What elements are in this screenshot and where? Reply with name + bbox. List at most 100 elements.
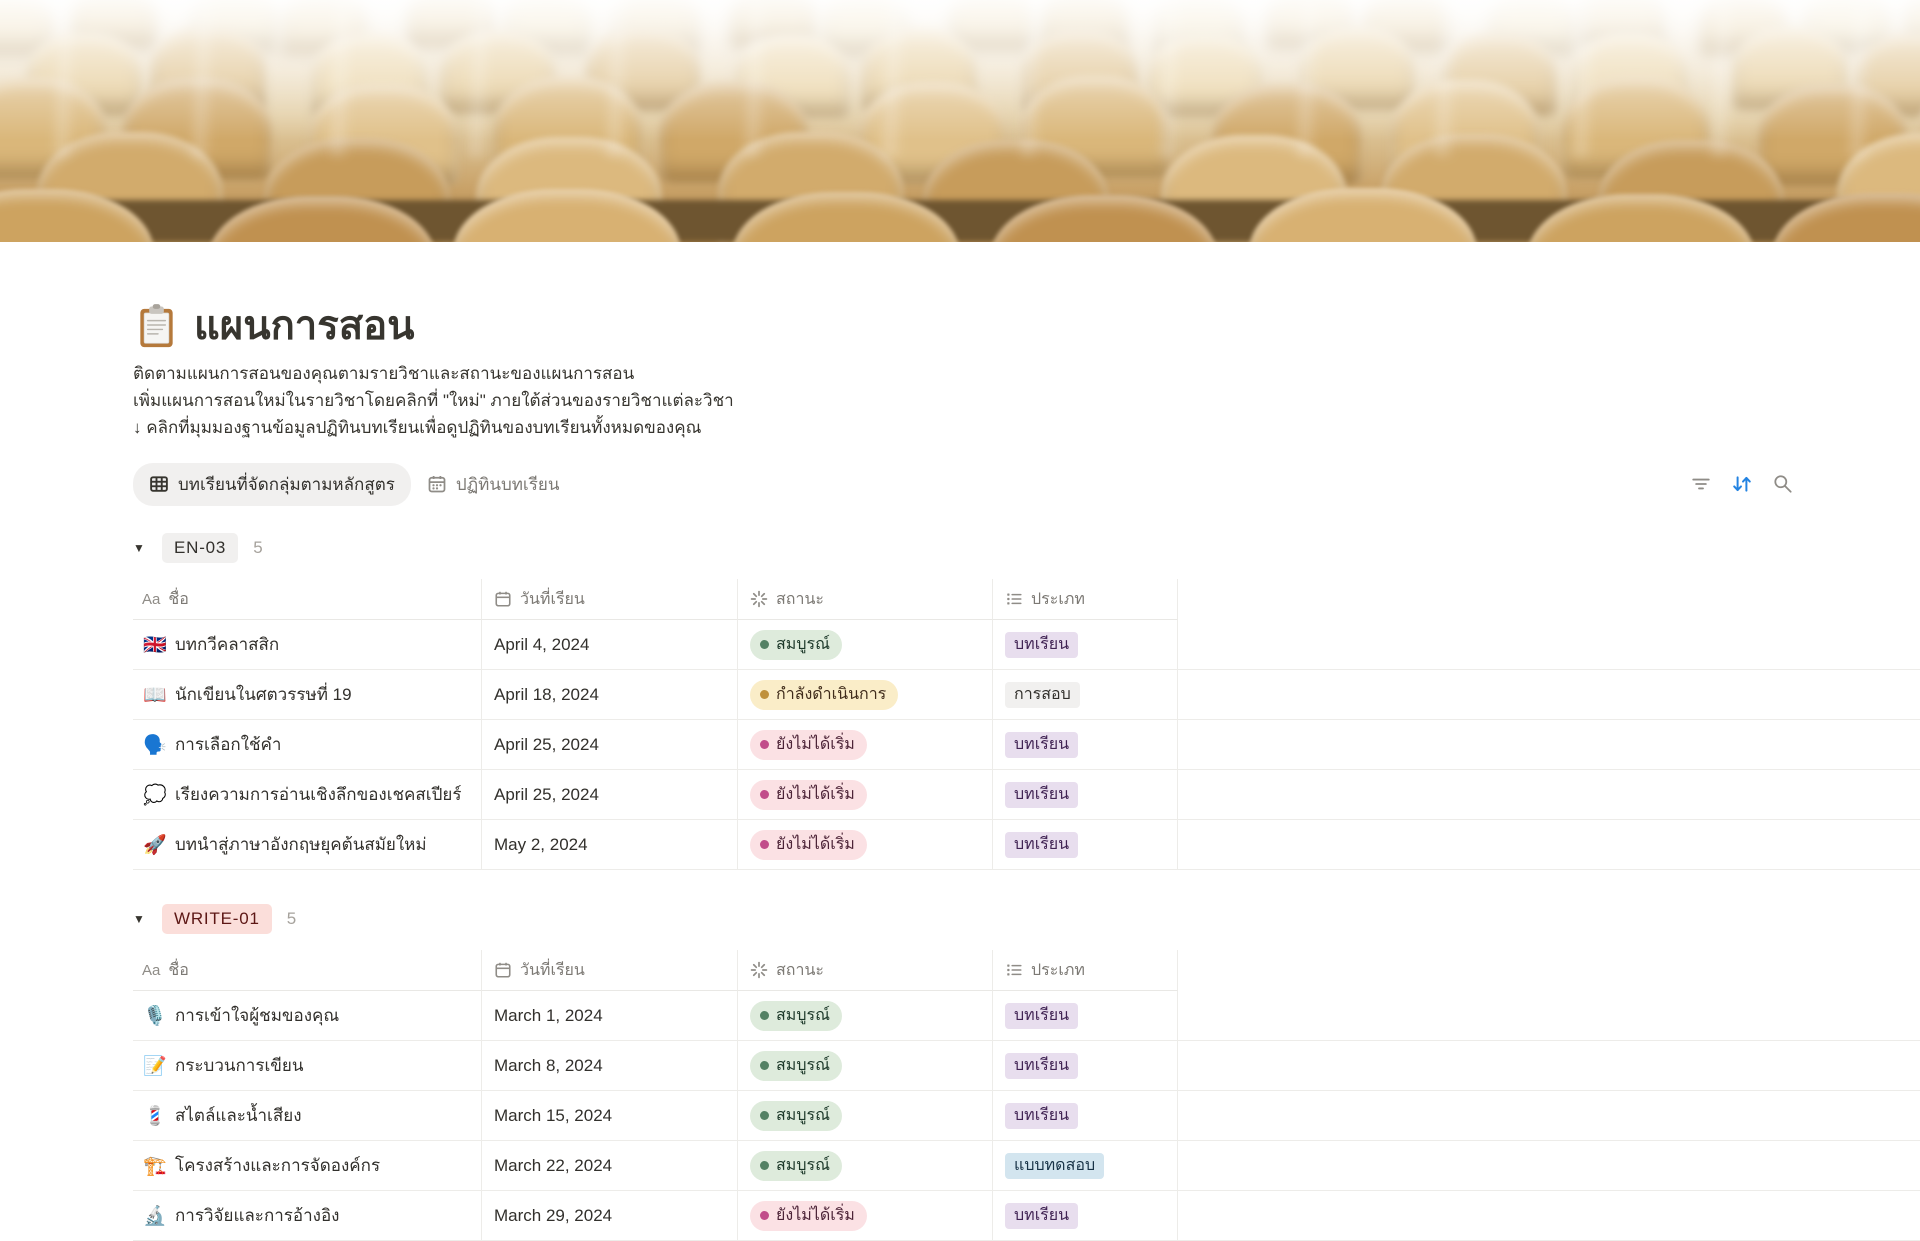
type-cell[interactable]: บทเรียน	[992, 770, 1178, 820]
type-cell[interactable]: บทเรียน	[992, 620, 1178, 670]
type-badge[interactable]: การสอบ	[1005, 682, 1080, 708]
page-emoji-icon: 💈	[142, 1104, 168, 1128]
status-badge[interactable]: สมบูรณ์	[750, 1051, 842, 1081]
status-badge[interactable]: สมบูรณ์	[750, 630, 842, 660]
name-cell[interactable]: 🏗️โครงสร้างและการจัดองค์กร	[133, 1141, 481, 1191]
column-header-date[interactable]: วันที่เรียน	[481, 579, 737, 620]
status-badge[interactable]: กำลังดำเนินการ	[750, 680, 898, 710]
clipboard-icon[interactable]	[133, 303, 180, 350]
status-dot-icon	[760, 640, 769, 649]
row-spacer	[1178, 770, 1920, 820]
select-list-icon	[1005, 590, 1023, 608]
status-label: ยังไม่ได้เริ่ม	[776, 832, 855, 857]
name-cell[interactable]: 📖 นักเขียนในศตวรรษที่ 19	[133, 670, 481, 720]
collapse-triangle-icon[interactable]: ▼	[133, 535, 159, 561]
type-badge[interactable]: บทเรียน	[1005, 832, 1078, 858]
date-cell[interactable]: April 4, 2024	[481, 620, 737, 670]
collapse-triangle-icon[interactable]: ▼	[133, 906, 159, 932]
filter-icon[interactable]	[1688, 471, 1714, 497]
date-cell[interactable]: March 22, 2024	[481, 1141, 737, 1191]
page-emoji-icon: 🚀	[142, 833, 168, 857]
row-spacer	[1178, 820, 1920, 870]
status-cell[interactable]: สมบูรณ์	[737, 1091, 992, 1141]
status-label: กำลังดำเนินการ	[776, 682, 886, 707]
column-header-status[interactable]: สถานะ	[737, 950, 992, 991]
type-cell[interactable]: แบบทดสอบ	[992, 1141, 1178, 1191]
group-table: Aaชื่อวันที่เรียนสถานะประเภท 🇬🇧บทกวีคลาสส…	[133, 579, 1920, 870]
table-view-icon	[149, 474, 169, 494]
search-icon[interactable]	[1770, 471, 1796, 497]
name-cell[interactable]: 🚀บทนำสู่ภาษาอังกฤษยุคต้นสมัยใหม่	[133, 820, 481, 870]
name-cell[interactable]: 🇬🇧บทกวีคลาสสิก	[133, 620, 481, 670]
table-group: ▼WRITE-015Aaชื่อวันที่เรียนสถานะประเภท🎙️…	[133, 904, 1920, 1241]
status-badge[interactable]: ยังไม่ได้เริ่ม	[750, 780, 867, 810]
type-cell[interactable]: บทเรียน	[992, 991, 1178, 1041]
date-cell[interactable]: May 2, 2024	[481, 820, 737, 870]
status-cell[interactable]: ยังไม่ได้เริ่ม	[737, 720, 992, 770]
name-cell[interactable]: 🎙️การเข้าใจผู้ชมของคุณ	[133, 991, 481, 1041]
status-cell[interactable]: กำลังดำเนินการ	[737, 670, 992, 720]
group-count: 5	[287, 909, 296, 929]
page-name: นักเขียนในศตวรรษที่ 19	[175, 681, 352, 708]
status-badge[interactable]: ยังไม่ได้เริ่ม	[750, 730, 867, 760]
row-spacer	[1178, 620, 1920, 670]
column-header-type[interactable]: ประเภท	[992, 950, 1178, 991]
name-cell[interactable]: 💈สไตล์และน้ำเสียง	[133, 1091, 481, 1141]
type-cell[interactable]: บทเรียน	[992, 1041, 1178, 1091]
tab-lesson-calendar[interactable]: ปฏิทินบทเรียน	[411, 463, 576, 506]
type-badge[interactable]: บทเรียน	[1005, 1203, 1078, 1229]
column-header-date[interactable]: วันที่เรียน	[481, 950, 737, 991]
status-cell[interactable]: ยังไม่ได้เริ่ม	[737, 770, 992, 820]
page-title[interactable]: แผนการสอน	[194, 302, 415, 350]
tab-grouped-by-course[interactable]: บทเรียนที่จัดกลุ่มตามหลักสูตร	[133, 463, 411, 506]
date-cell[interactable]: March 15, 2024	[481, 1091, 737, 1141]
type-badge[interactable]: บทเรียน	[1005, 782, 1078, 808]
column-header-type[interactable]: ประเภท	[992, 579, 1178, 620]
status-badge[interactable]: ยังไม่ได้เริ่ม	[750, 1201, 867, 1231]
column-header-label: วันที่เรียน	[520, 958, 585, 983]
status-cell[interactable]: ยังไม่ได้เริ่ม	[737, 820, 992, 870]
status-cell[interactable]: สมบูรณ์	[737, 991, 992, 1041]
type-badge[interactable]: บทเรียน	[1005, 1003, 1078, 1029]
status-badge[interactable]: สมบูรณ์	[750, 1001, 842, 1031]
sort-icon[interactable]	[1729, 471, 1755, 497]
type-badge[interactable]: บทเรียน	[1005, 1053, 1078, 1079]
column-header-spacer	[1178, 950, 1920, 990]
name-cell[interactable]: 📝กระบวนการเขียน	[133, 1041, 481, 1091]
status-badge[interactable]: สมบูรณ์	[750, 1101, 842, 1131]
group-name-badge: EN-03	[162, 533, 238, 563]
column-header-name[interactable]: Aaชื่อ	[133, 579, 481, 620]
status-dot-icon	[760, 740, 769, 749]
date-cell[interactable]: April 25, 2024	[481, 720, 737, 770]
row-spacer	[1178, 720, 1920, 770]
name-cell[interactable]: 💭เรียงความการอ่านเชิงลึกของเชคสเปียร์	[133, 770, 481, 820]
status-cell[interactable]: สมบูรณ์	[737, 1041, 992, 1091]
name-cell[interactable]: 🗣️การเลือกใช้คำ	[133, 720, 481, 770]
type-badge[interactable]: บทเรียน	[1005, 1103, 1078, 1129]
type-badge[interactable]: แบบทดสอบ	[1005, 1153, 1104, 1179]
type-cell[interactable]: บทเรียน	[992, 820, 1178, 870]
status-cell[interactable]: สมบูรณ์	[737, 620, 992, 670]
text-icon: Aa	[142, 591, 160, 608]
page-emoji-icon: 🔬	[142, 1204, 168, 1228]
type-cell[interactable]: บทเรียน	[992, 720, 1178, 770]
type-cell[interactable]: การสอบ	[992, 670, 1178, 720]
type-badge[interactable]: บทเรียน	[1005, 632, 1078, 658]
status-badge[interactable]: ยังไม่ได้เริ่ม	[750, 830, 867, 860]
date-cell[interactable]: April 25, 2024	[481, 770, 737, 820]
type-badge[interactable]: บทเรียน	[1005, 732, 1078, 758]
column-header-status[interactable]: สถานะ	[737, 579, 992, 620]
date-cell[interactable]: March 8, 2024	[481, 1041, 737, 1091]
type-cell[interactable]: บทเรียน	[992, 1091, 1178, 1141]
status-label: ยังไม่ได้เริ่ม	[776, 1203, 855, 1228]
column-header-name[interactable]: Aaชื่อ	[133, 950, 481, 991]
tab-label: บทเรียนที่จัดกลุ่มตามหลักสูตร	[178, 471, 395, 498]
status-label: สมบูรณ์	[776, 1103, 830, 1128]
status-cell[interactable]: สมบูรณ์	[737, 1141, 992, 1191]
date-cell[interactable]: April 18, 2024	[481, 670, 737, 720]
page-name: บทกวีคลาสสิก	[175, 631, 279, 658]
date-cell[interactable]: March 1, 2024	[481, 991, 737, 1041]
status-badge[interactable]: สมบูรณ์	[750, 1151, 842, 1181]
status-dot-icon	[760, 1061, 769, 1070]
page-emoji-icon: 📖	[142, 683, 168, 707]
